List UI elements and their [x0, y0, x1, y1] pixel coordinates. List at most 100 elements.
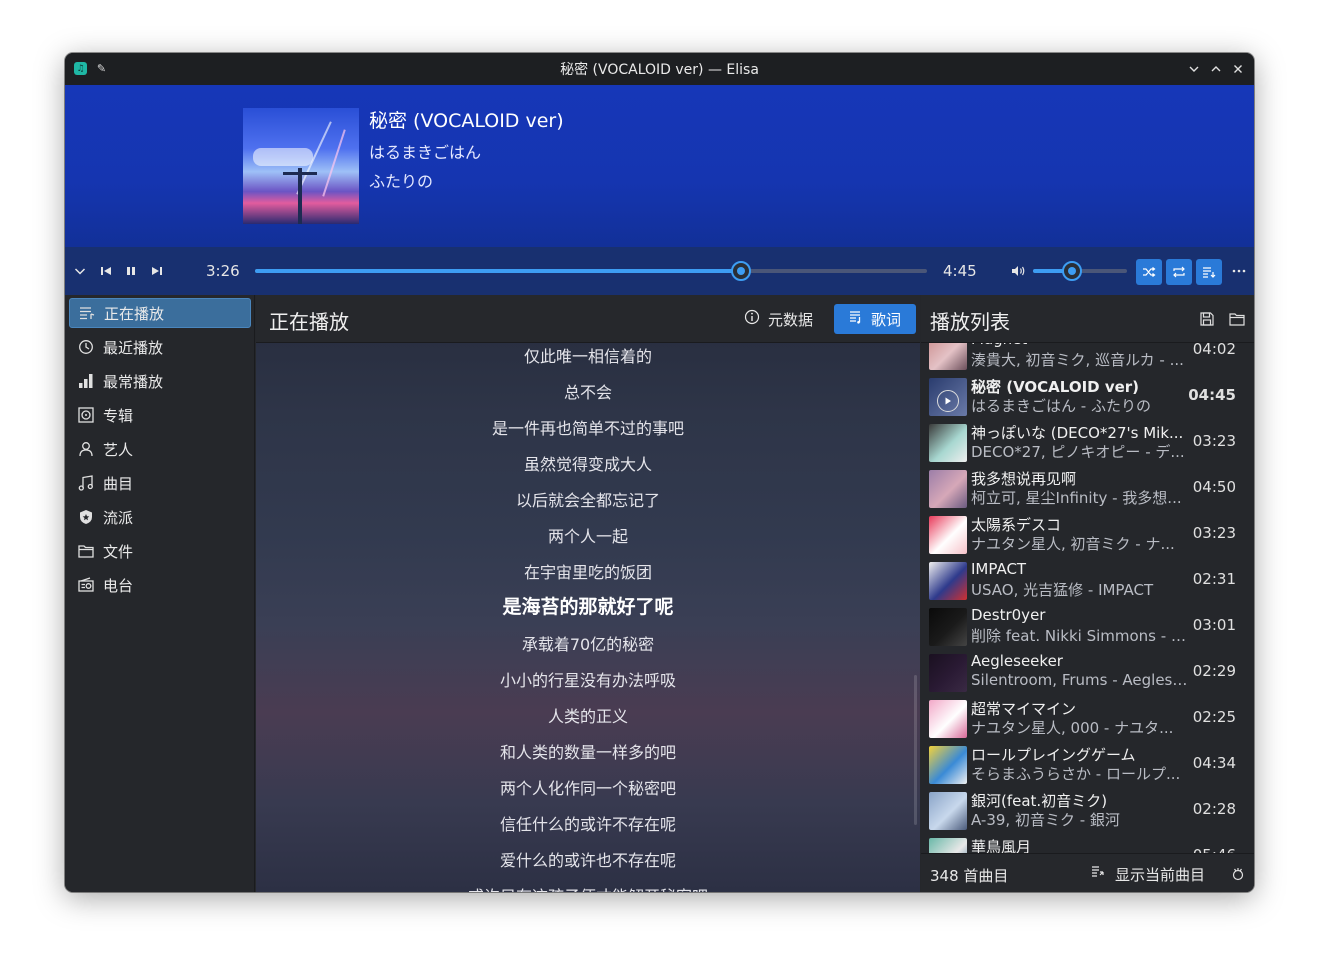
lyric-line[interactable]: 人类的正义 [256, 703, 920, 727]
track-subtitle: DECO*27, ピノキオピー - デ... [971, 443, 1185, 461]
sidebar-item-recent[interactable]: 最近播放 [69, 332, 251, 362]
playlist-track-current[interactable]: 秘密 (VOCALOID ver) はるまきごはん - ふたりの 04:45 [921, 375, 1254, 421]
seek-handle[interactable] [731, 261, 752, 281]
track-title: ロールプレイングゲーム [971, 746, 1136, 764]
show-current-track-button[interactable]: 显示当前曲目 [1091, 862, 1205, 886]
seek-slider[interactable] [255, 261, 927, 281]
previous-track-button[interactable] [96, 261, 116, 281]
shuffle-button[interactable] [1136, 259, 1162, 285]
track-title: 太陽系デスコ [971, 516, 1062, 534]
sidebar-item-label: 专辑 [103, 406, 134, 425]
open-folder-icon[interactable] [1228, 310, 1246, 328]
show-current-label: 显示当前曲目 [1115, 865, 1206, 884]
lyrics-panel: 仅此唯一相信着的 总不会是一件再也简单不过的事吧 虽然觉得变成大人 以后就会全都忘记了… [256, 295, 920, 892]
playlist-track[interactable]: Magnet 湊貴大, 初音ミク, 巡音ルカ - ... 04:02 [921, 343, 1254, 375]
sidebar-item-artists[interactable]: 艺人 [69, 434, 251, 464]
playlist-track[interactable]: 超常マイマイン ナユタン星人, 000 - ナユタ... 02:25 [921, 697, 1254, 743]
playlist-track[interactable]: 太陽系デスコ ナユタン星人, 初音ミク - ナ... 03:23 [921, 513, 1254, 559]
playlist-toggle-button[interactable] [1196, 259, 1222, 285]
next-track-button[interactable] [147, 261, 167, 281]
center-header: 正在播放 元数据 歌词 [256, 295, 920, 343]
track-thumbnail [929, 608, 967, 646]
playlist-track[interactable]: Destr0yer 削除 feat. Nikki Simmons - D... 03… [921, 605, 1254, 651]
sidebar-item-radio[interactable]: 电台 [69, 570, 251, 600]
lyric-line[interactable]: 两个人一起 [256, 523, 920, 547]
track-thumbnail [929, 562, 967, 600]
volume-handle[interactable] [1062, 261, 1083, 281]
track-duration: 03:23 [1192, 524, 1236, 542]
lyrics-button[interactable]: 歌词 [834, 304, 916, 334]
playlist-track[interactable]: 神っぽいな (DECO*27's Mik... DECO*27, ピノキオピー -… [921, 421, 1254, 467]
volume-icon[interactable] [1009, 261, 1029, 281]
elisa-window: ♫ ✎ 秘密 (VOCALOID ver) — Elisa 秘密 (VOCALO… [65, 53, 1254, 892]
track-duration: 03:01 [1192, 616, 1236, 634]
lyric-line[interactable]: 和人类的数量一样多的吧 [256, 739, 920, 763]
lyric-line[interactable]: 在宇宙里吃的饭团 [256, 559, 920, 583]
playlist-track[interactable]: 華鳥風月 05:46 [921, 835, 1254, 853]
lyric-line[interactable]: 仅此唯一相信着的 [256, 343, 920, 367]
sidebar-item-label: 最常播放 [103, 372, 164, 391]
maximize-button[interactable] [1208, 60, 1224, 78]
lyric-line[interactable]: 是一件再也简单不过的事吧 [256, 415, 920, 439]
lyric-line[interactable]: 信任什么的或许不存在呢 [256, 811, 920, 835]
track-duration: 02:31 [1192, 570, 1236, 588]
album-cover[interactable] [243, 108, 359, 224]
lyric-line[interactable]: 虽然觉得变成大人 [256, 451, 920, 475]
more-options-button[interactable] [1229, 261, 1249, 281]
minimize-button[interactable] [1186, 60, 1202, 78]
playlist-title: 播放列表 [930, 310, 1010, 334]
track-duration: 05:46 [1193, 846, 1236, 853]
sidebar-item-genres[interactable]: 流派 [69, 502, 251, 532]
close-button[interactable] [1230, 60, 1246, 78]
lyrics-scrollbar[interactable] [914, 675, 917, 825]
playlist-panel: Magnet 湊貴大, 初音ミク, 巡音ルカ - ... 04:02 秘密 (VOCA… [921, 295, 1254, 892]
pin-icon[interactable]: ✎ [95, 62, 108, 75]
playlist-track[interactable]: 我多想说再见啊 柯立可, 星尘Infinity - 我多想... 04:50 [921, 467, 1254, 513]
header-album[interactable]: ふたりの [369, 168, 433, 192]
track-thumbnail [929, 700, 967, 738]
track-subtitle: ナユタン星人, 000 - ナユタ... [971, 719, 1174, 737]
track-duration: 04:02 [1192, 343, 1236, 358]
track-duration: 02:29 [1192, 662, 1236, 680]
volume-slider[interactable] [1033, 261, 1127, 281]
playlist-track[interactable]: 銀河(feat.初音ミク) A-39, 初音ミク - 銀河 02:28 [921, 789, 1254, 835]
playlist-list[interactable]: Magnet 湊貴大, 初音ミク, 巡音ルカ - ... 04:02 秘密 (VOCA… [921, 343, 1254, 853]
lyric-line[interactable]: 爱什么的或许也不存在呢 [256, 847, 920, 871]
header-artist[interactable]: はるまきごはん [369, 139, 481, 163]
music-note-icon [77, 474, 95, 492]
current-lyric-line[interactable]: 是海苔的那就好了呢 [256, 592, 920, 619]
sidebar-item-now-playing[interactable]: 正在播放 [69, 298, 251, 328]
lyric-line[interactable]: 两个人化作同一个秘密吧 [256, 775, 920, 799]
clear-playlist-icon[interactable] [1229, 865, 1247, 883]
track-subtitle: ナユタン星人, 初音ミク - ナ... [971, 535, 1175, 553]
save-playlist-icon[interactable] [1198, 310, 1216, 328]
lyric-line[interactable]: 或许只有这孩子便才能解开秘密吧 [256, 883, 920, 892]
repeat-button[interactable] [1166, 259, 1192, 285]
pause-button[interactable] [121, 261, 141, 281]
sidebar-item-albums[interactable]: 专辑 [69, 400, 251, 430]
metadata-button[interactable]: 元数据 [736, 304, 821, 334]
playlist-track[interactable]: Aegleseeker Silentroom, Frums - Aeglese..… [921, 651, 1254, 697]
titlebar: ♫ ✎ 秘密 (VOCALOID ver) — Elisa [65, 53, 1254, 85]
collapse-header-button[interactable] [70, 261, 90, 281]
app-icon[interactable]: ♫ [74, 62, 87, 75]
sidebar-item-label: 流派 [103, 508, 134, 527]
seek-progress [255, 269, 742, 273]
total-time: 4:45 [943, 262, 977, 280]
track-thumbnail [929, 424, 967, 462]
playlist-footer: 348 首曲目 显示当前曲目 [921, 853, 1254, 892]
lyric-line[interactable]: 承载着70亿的秘密 [256, 631, 920, 655]
sidebar-item-files[interactable]: 文件 [69, 536, 251, 566]
lyric-line[interactable]: 以后就会全都忘记了 [256, 487, 920, 511]
sidebar-item-tracks[interactable]: 曲目 [69, 468, 251, 498]
playlist-track[interactable]: ロールプレイングゲーム そらまふうらさか - ロールプ... 04:34 [921, 743, 1254, 789]
bar-chart-icon [77, 372, 95, 390]
playlist-track[interactable]: IMPACT USAO, 光吉猛修 - IMPACT 02:31 [921, 559, 1254, 605]
lyric-line[interactable]: 小小的行星没有办法呼吸 [256, 667, 920, 691]
track-thumbnail [929, 792, 967, 830]
sidebar-item-most-played[interactable]: 最常播放 [69, 366, 251, 396]
show-current-icon [1091, 865, 1105, 883]
lyric-line[interactable]: 总不会 [256, 379, 920, 403]
recent-icon [77, 338, 95, 356]
track-title: Destr0yer [971, 606, 1046, 624]
